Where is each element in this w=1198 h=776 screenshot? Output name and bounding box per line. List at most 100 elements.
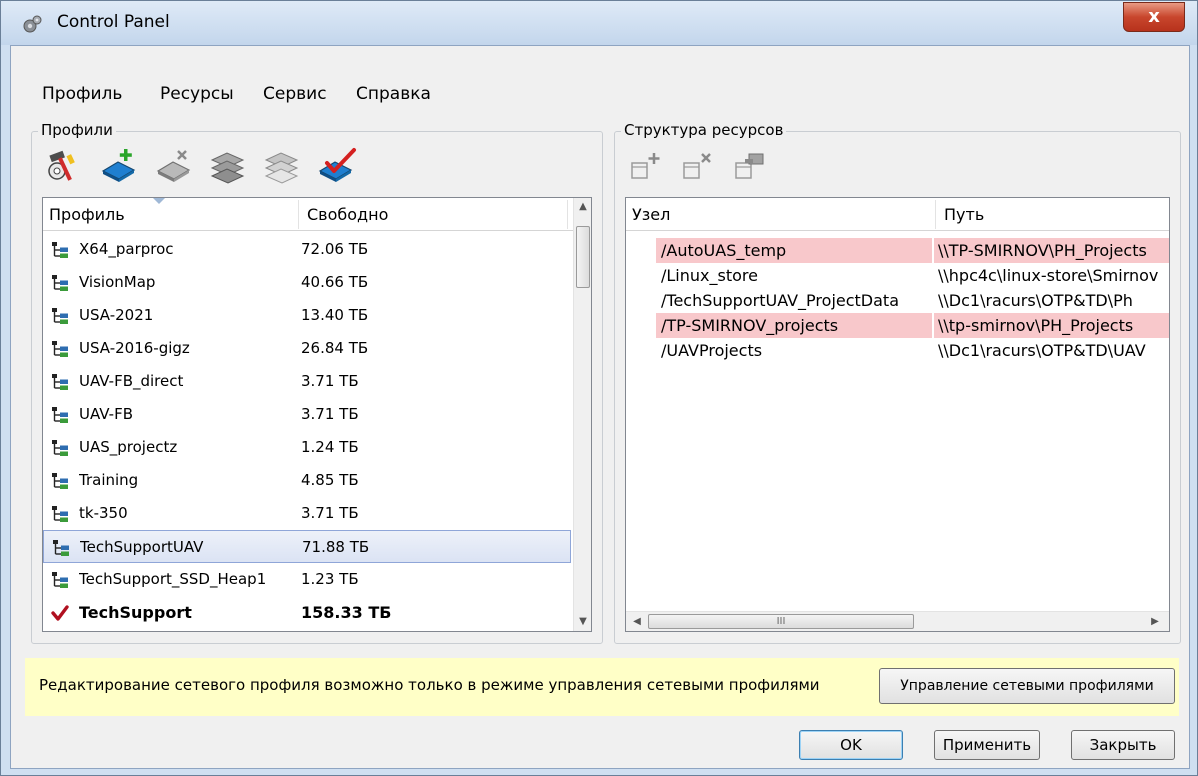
profile-row[interactable]: tk-350 3.71 ТБ [43, 497, 571, 530]
profile-free-space: 26.84 ТБ [301, 339, 369, 357]
profile-name: VisionMap [79, 273, 156, 291]
scroll-thumb[interactable] [576, 226, 590, 288]
profile-name: USA-2016-gigz [79, 339, 190, 357]
column-header-path[interactable]: Путь [938, 198, 984, 231]
column-separator[interactable] [298, 200, 299, 229]
manage-network-profiles-button[interactable]: Управление сетевыми профилями [879, 668, 1175, 704]
profile-free-space: 13.40 ТБ [301, 306, 369, 324]
resource-structure-group-title: Структура ресурсов [621, 121, 787, 139]
profile-row[interactable]: UAV-FB_direct 3.71 ТБ [43, 365, 571, 398]
profiles-list[interactable]: Профиль Свободно X64_parproc 72.06 ТБ Visi… [42, 197, 592, 632]
profile-free-space: 71.88 ТБ [302, 538, 370, 556]
resource-path: \\tp-smirnov\PH_Projects [934, 313, 1169, 338]
apply-button[interactable]: Применить [934, 730, 1040, 760]
profile-free-space: 1.23 ТБ [301, 570, 359, 588]
remove-node-icon[interactable] [681, 150, 717, 182]
edit-node-icon[interactable] [733, 150, 769, 182]
resource-path: \\TP-SMIRNOV\PH_Projects [934, 238, 1169, 263]
resource-path: \\Dc1\racurs\OTP&TD\UAV [938, 341, 1146, 360]
profile-name: X64_parproc [79, 240, 174, 258]
profile-name: UAS_projectz [79, 438, 178, 456]
client-area: Профиль Ресурсы Сервис Справка Профили П… [10, 45, 1190, 769]
manage-network-profiles-label: Управление сетевыми профилями [900, 678, 1154, 694]
column-header-free[interactable]: Свободно [301, 198, 388, 231]
window-title: Control Panel [57, 12, 170, 32]
add-profile-icon[interactable] [100, 146, 138, 184]
network-tree-icon [51, 472, 69, 490]
profile-free-space: 40.66 ТБ [301, 273, 369, 291]
resource-node: /AutoUAS_temp [656, 238, 932, 263]
title-bar: Control Panel x [1, 1, 1197, 45]
network-tree-icon [51, 340, 69, 358]
profile-row[interactable]: TechSupport_SSD_Heap1 1.23 ТБ [43, 563, 571, 596]
set-active-profile-icon[interactable] [317, 146, 357, 184]
menu-help[interactable]: Справка [356, 84, 431, 104]
profile-row[interactable]: TechSupportUAV 71.88 ТБ [43, 530, 571, 563]
profile-stack-icon[interactable] [209, 148, 247, 186]
column-header-profile[interactable]: Профиль [43, 198, 125, 231]
resources-horizontal-scrollbar[interactable]: ◀ III ▶ [626, 611, 1169, 631]
remove-profile-icon[interactable] [155, 146, 193, 184]
scroll-up-arrow-icon[interactable]: ▲ [574, 198, 592, 216]
resource-row[interactable]: /UAVProjects \\Dc1\racurs\OTP&TD\UAV [626, 338, 1169, 363]
profile-free-space: 3.71 ТБ [301, 405, 359, 423]
profiles-group: Профили Профиль Свободно X64_parproc 72.… [31, 121, 603, 644]
profile-row[interactable]: UAV-FB 3.71 ТБ [43, 398, 571, 431]
resource-row[interactable]: /TechSupportUAV_ProjectData \\Dc1\racurs\… [626, 288, 1169, 313]
profile-stack-disabled-icon[interactable] [263, 148, 301, 186]
profile-name: TechSupportUAV [80, 538, 204, 556]
profile-row[interactable]: X64_parproc 72.06 ТБ [43, 233, 571, 266]
profile-row[interactable]: TechSupport 158.33 ТБ [43, 596, 571, 629]
resource-list-header: Узел Путь [626, 198, 1169, 231]
menu-service[interactable]: Сервис [263, 84, 327, 104]
profiles-vertical-scrollbar[interactable]: ▲ ▼ [573, 198, 591, 631]
close-button[interactable]: Закрыть [1071, 730, 1175, 760]
add-node-icon[interactable] [629, 150, 665, 182]
scroll-left-arrow-icon[interactable]: ◀ [628, 613, 646, 631]
network-tree-icon [51, 505, 69, 523]
profile-name: UAV-FB [79, 405, 133, 423]
resource-structure-list[interactable]: Узел Путь /AutoUAS_temp \\TP-SMIRNOV\PH_P… [625, 197, 1170, 632]
profile-name: TechSupport_SSD_Heap1 [79, 570, 267, 588]
profiles-group-title: Профили [38, 121, 116, 139]
hscroll-thumb[interactable]: III [648, 614, 914, 629]
network-tree-icon [51, 406, 69, 424]
column-separator[interactable] [567, 200, 568, 229]
resource-node: /UAVProjects [661, 341, 763, 360]
resource-path: \\hpc4c\linux-store\Smirnov [938, 266, 1159, 285]
network-settings-icon[interactable] [46, 149, 78, 183]
ok-button[interactable]: OK [799, 730, 903, 760]
profile-row[interactable]: UAS_projectz 1.24 ТБ [43, 431, 571, 464]
profile-row[interactable]: VisionMap 40.66 ТБ [43, 266, 571, 299]
profile-name: Training [79, 471, 139, 489]
profile-free-space: 3.71 ТБ [301, 504, 359, 522]
menu-resources[interactable]: Ресурсы [160, 84, 234, 104]
network-tree-icon [51, 571, 69, 589]
close-window-button[interactable]: x [1123, 2, 1185, 32]
network-tree-icon [51, 241, 69, 259]
resource-row[interactable]: /AutoUAS_temp \\TP-SMIRNOV\PH_Projects [626, 238, 1169, 263]
control-panel-icon [23, 15, 42, 33]
profile-row[interactable]: USA-2021 13.40 ТБ [43, 299, 571, 332]
network-tree-icon [51, 274, 69, 292]
profile-row[interactable]: USA-2016-gigz 26.84 ТБ [43, 332, 571, 365]
close-icon: x [1148, 6, 1160, 27]
profile-name: TechSupport [79, 603, 192, 622]
apply-label: Применить [942, 736, 1032, 754]
resource-node: /TP-SMIRNOV_projects [656, 313, 932, 338]
check-mark-icon [51, 604, 69, 622]
resource-row[interactable]: /TP-SMIRNOV_projects \\tp-smirnov\PH_Proj… [626, 313, 1169, 338]
menu-profile[interactable]: Профиль [42, 84, 122, 104]
profile-name: USA-2021 [79, 306, 154, 324]
scroll-down-arrow-icon[interactable]: ▼ [574, 613, 592, 631]
column-separator[interactable] [935, 200, 936, 229]
control-panel-window: Control Panel x Профиль Ресурсы Сервис С… [0, 0, 1198, 776]
column-header-node[interactable]: Узел [626, 198, 670, 231]
resource-row[interactable]: /Linux_store \\hpc4c\linux-store\Smirnov [626, 263, 1169, 288]
profile-row[interactable]: Training 4.85 ТБ [43, 464, 571, 497]
profile-free-space: 4.85 ТБ [301, 471, 359, 489]
network-profile-edit-message: Редактирование сетевого профиля возможно… [39, 676, 820, 694]
profiles-list-header: Профиль Свободно [43, 198, 573, 231]
resource-node: /Linux_store [661, 266, 758, 285]
scroll-right-arrow-icon[interactable]: ▶ [1146, 613, 1164, 631]
